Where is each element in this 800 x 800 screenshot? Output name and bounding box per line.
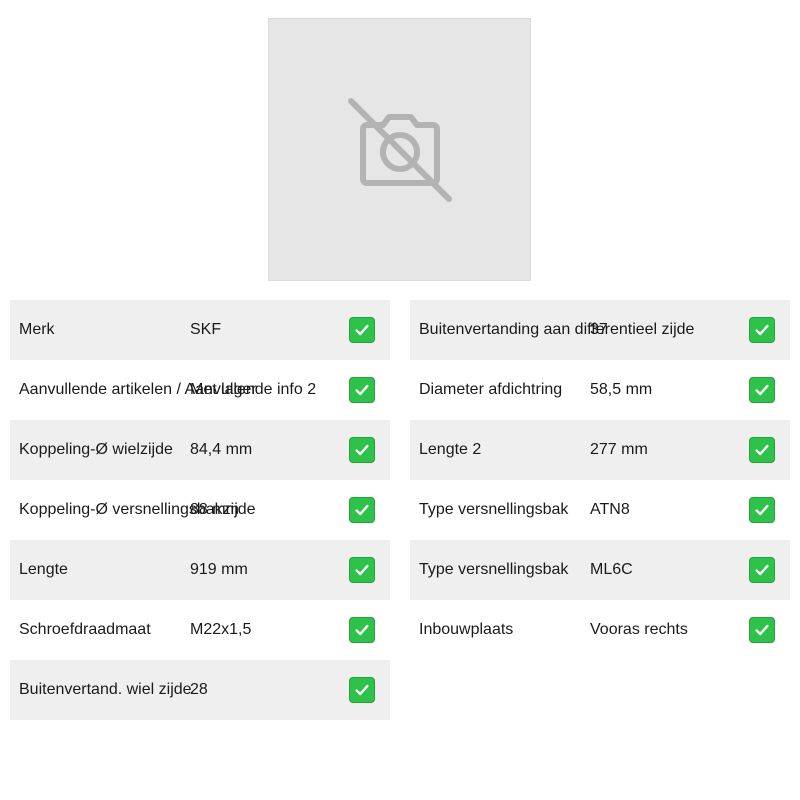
spec-row: Buitenvertanding aan differentieel zijde…	[410, 300, 790, 360]
spec-row: Type versnellingsbak ATN8	[410, 480, 790, 540]
spec-row: Schroefdraadmaat M22x1,5	[10, 600, 390, 660]
spec-label: Buitenvertanding aan differentieel zijde	[419, 321, 695, 338]
check-icon	[349, 557, 375, 583]
check-icon	[749, 317, 775, 343]
check-icon	[349, 437, 375, 463]
spec-table-right: Buitenvertanding aan differentieel zijde…	[410, 300, 790, 660]
spec-value: 37	[590, 321, 608, 338]
spec-row: Aanvullende artikelen / Aanvullende info…	[10, 360, 390, 420]
spec-row: Koppeling-Ø versnellingsbakzijde 88 mm	[10, 480, 390, 540]
spec-row: Merk SKF	[10, 300, 390, 360]
spec-value: 58,5 mm	[590, 381, 653, 398]
check-icon	[749, 437, 775, 463]
spec-row: Inbouwplaats Vooras rechts	[410, 600, 790, 660]
spec-label: Buitenvertand. wiel zijde	[19, 681, 192, 698]
check-icon	[749, 497, 775, 523]
spec-row: Koppeling-Ø wielzijde 84,4 mm	[10, 420, 390, 480]
spec-value: Met lager	[190, 381, 257, 398]
check-icon	[349, 617, 375, 643]
spec-label: Merk	[19, 321, 55, 338]
spec-value: 84,4 mm	[190, 441, 253, 458]
spec-value: 88 mm	[190, 501, 239, 518]
spec-value: SKF	[190, 321, 222, 338]
spec-value: ATN8	[590, 501, 630, 518]
spec-label: Aanvullende artikelen / Aanvullende info…	[19, 381, 317, 398]
spec-row: Lengte 2 277 mm	[410, 420, 790, 480]
spec-label: Inbouwplaats	[419, 621, 514, 638]
no-photo-icon	[347, 97, 452, 202]
check-icon	[349, 377, 375, 403]
spec-value: M22x1,5	[190, 621, 252, 638]
spec-label: Lengte 2	[419, 441, 482, 458]
spec-label: Diameter afdichtring	[419, 381, 563, 398]
spec-row: Lengte 919 mm	[10, 540, 390, 600]
check-icon	[749, 557, 775, 583]
spec-value: 28	[190, 681, 208, 698]
spec-value: 919 mm	[190, 561, 248, 578]
spec-value: ML6C	[590, 561, 633, 578]
product-image-placeholder	[268, 18, 531, 281]
spec-label: Lengte	[19, 561, 68, 578]
spec-value: Vooras rechts	[590, 621, 688, 638]
spec-table-left: Merk SKF Aanvullende artikelen / Aanvull…	[10, 300, 390, 720]
spec-label: Type versnellingsbak	[419, 561, 569, 578]
spec-label: Type versnellingsbak	[419, 501, 569, 518]
check-icon	[349, 497, 375, 523]
spec-label: Schroefdraadmaat	[19, 621, 151, 638]
check-icon	[749, 377, 775, 403]
check-icon	[349, 317, 375, 343]
check-icon	[349, 677, 375, 703]
spec-row: Buitenvertand. wiel zijde 28	[10, 660, 390, 720]
spec-value: 277 mm	[590, 441, 648, 458]
check-icon	[749, 617, 775, 643]
spec-row: Diameter afdichtring 58,5 mm	[410, 360, 790, 420]
spec-label: Koppeling-Ø wielzijde	[19, 441, 173, 458]
spec-row: Type versnellingsbak ML6C	[410, 540, 790, 600]
